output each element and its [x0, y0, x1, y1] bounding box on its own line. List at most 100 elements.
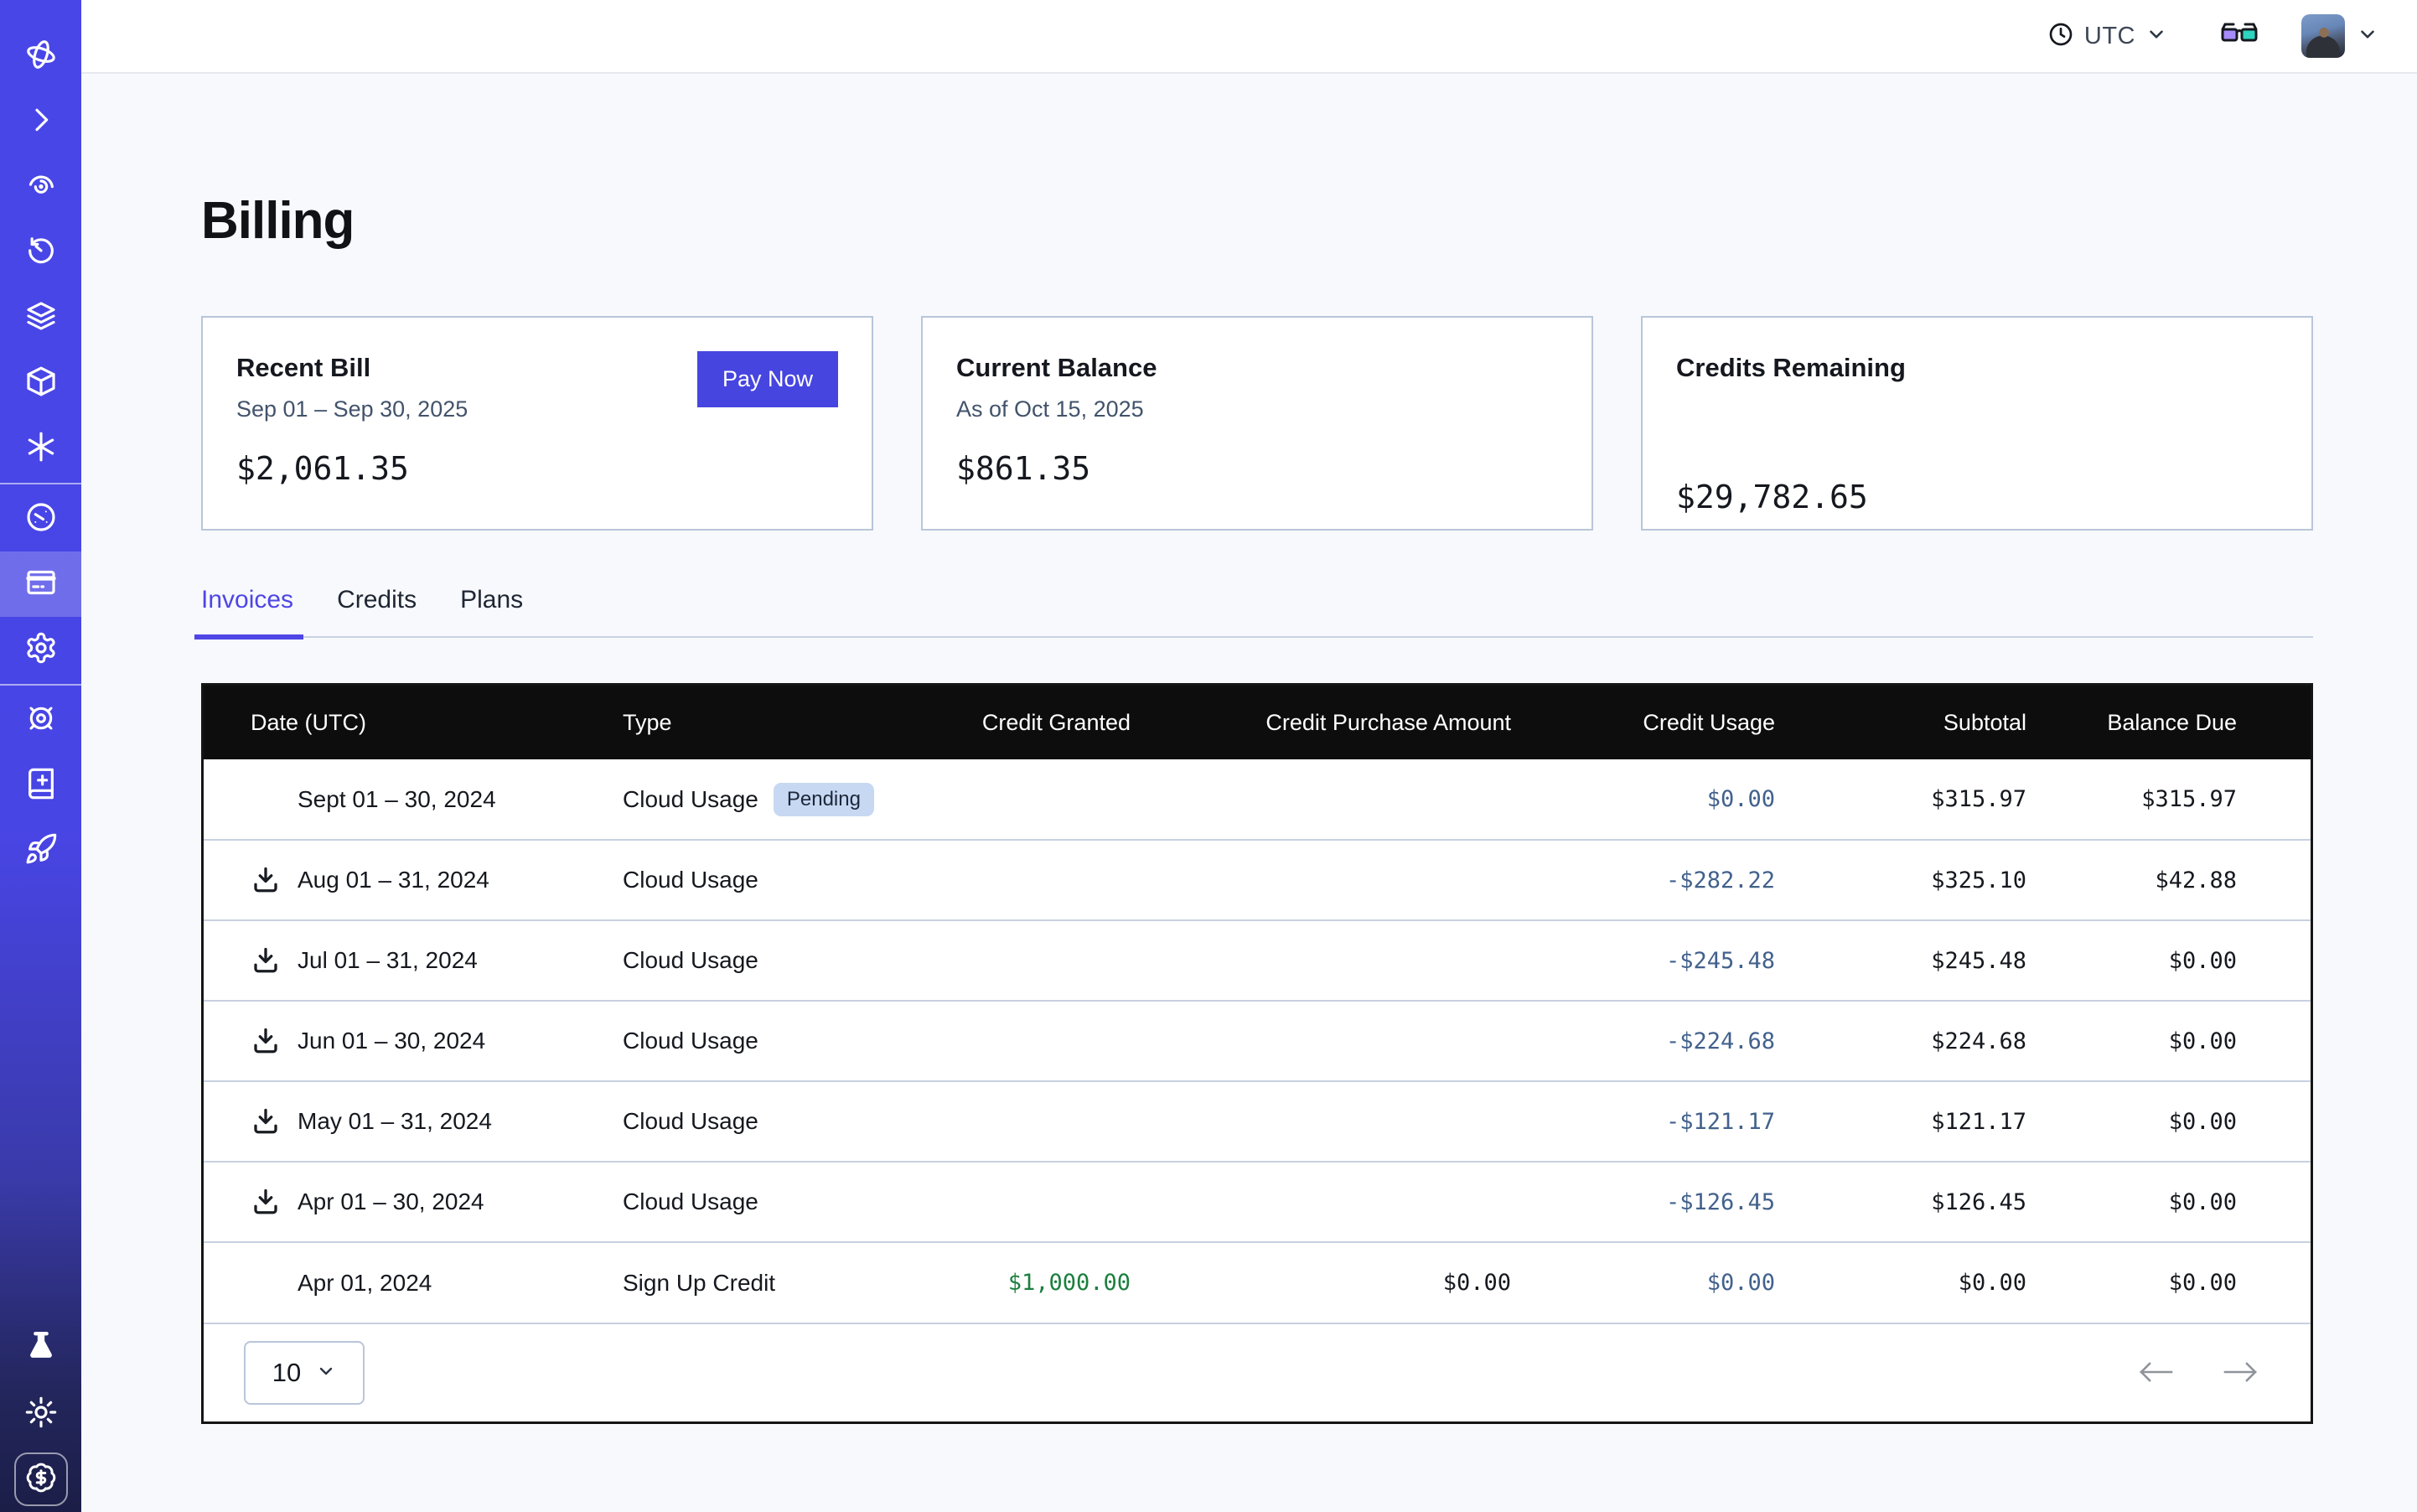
sidebar-item-usage[interactable] — [0, 486, 81, 551]
sidebar-item-cube[interactable] — [0, 350, 81, 416]
col-subtotal: Subtotal — [1775, 686, 2026, 759]
billing-card-icon — [24, 566, 58, 603]
credit-purchase-value — [1131, 1162, 1511, 1242]
tab-invoices[interactable]: Invoices — [201, 586, 293, 636]
sidebar-item-settings[interactable] — [0, 617, 81, 682]
sun-icon — [24, 1395, 58, 1433]
sidebar-item-layers[interactable] — [0, 285, 81, 350]
arrow-right-icon — [2222, 1358, 2260, 1389]
avatar[interactable] — [2301, 14, 2345, 58]
download-invoice-button[interactable] — [251, 865, 281, 895]
sidebar-item-credits-promo[interactable] — [0, 1447, 81, 1512]
chevron-down-icon — [316, 1358, 336, 1388]
balance-due-value: $0.00 — [2026, 1242, 2311, 1323]
table-footer: 10 — [204, 1323, 2311, 1421]
credit-granted-value — [924, 1001, 1131, 1081]
tab-plans[interactable]: Plans — [460, 586, 523, 636]
download-invoice-button[interactable] — [251, 1106, 281, 1137]
balance-due-value: $0.00 — [2026, 1081, 2311, 1162]
recent-bill-amount: $2,061.35 — [236, 450, 838, 487]
col-credit-purchase: Credit Purchase Amount — [1131, 686, 1511, 759]
pay-now-button[interactable]: Pay Now — [697, 351, 838, 407]
sidebar-divider — [0, 483, 81, 484]
clock-icon — [2047, 21, 2074, 52]
icon-spacer — [251, 1268, 281, 1298]
invoice-type: Cloud Usage — [623, 867, 758, 893]
card-subtitle: As of Oct 15, 2025 — [956, 396, 1558, 423]
chevron-down-icon[interactable] — [2357, 23, 2378, 49]
invoices-table: Date (UTC) Type Credit Granted Credit Pu… — [201, 683, 2313, 1424]
sidebar-item-billing[interactable] — [0, 551, 81, 617]
sidebar-item-launch[interactable] — [0, 818, 81, 883]
subtotal-value: $121.17 — [1775, 1081, 2026, 1162]
sidebar-item-helm[interactable] — [0, 687, 81, 753]
sidebar-item-services[interactable] — [0, 416, 81, 481]
table-row: Jul 01 – 31, 2024 Cloud Usage -$245.48 $… — [204, 920, 2311, 1001]
col-credit-granted: Credit Granted — [924, 686, 1131, 759]
credit-purchase-value — [1131, 1081, 1511, 1162]
credit-purchase-value — [1131, 840, 1511, 920]
dollar-badge-button[interactable] — [14, 1452, 68, 1506]
credit-usage-value: -$121.17 — [1511, 1081, 1775, 1162]
balance-due-value: $0.00 — [2026, 920, 2311, 1001]
subtotal-value: $315.97 — [1775, 759, 2026, 840]
billing-tabs: Invoices Credits Plans — [201, 586, 2313, 638]
col-balance-due: Balance Due — [2026, 686, 2311, 759]
credit-granted-value: $1,000.00 — [924, 1242, 1131, 1323]
col-date: Date (UTC) — [204, 686, 589, 759]
table-row: Apr 01 – 30, 2024 Cloud Usage -$126.45 $… — [204, 1162, 2311, 1242]
gear-icon — [24, 631, 58, 669]
summary-cards: Recent Bill Sep 01 – Sep 30, 2025 $2,061… — [201, 316, 2313, 531]
subtotal-value: $126.45 — [1775, 1162, 2026, 1242]
page-size-select[interactable]: 10 — [244, 1341, 365, 1405]
chevron-down-icon — [2145, 23, 2167, 49]
next-page-button[interactable] — [2222, 1358, 2260, 1389]
sidebar-item-expand[interactable] — [0, 89, 81, 154]
credit-granted-value — [924, 1162, 1131, 1242]
subtotal-value: $0.00 — [1775, 1242, 2026, 1323]
invoice-date: Sept 01 – 30, 2024 — [298, 786, 496, 813]
credit-purchase-value — [1131, 920, 1511, 1001]
credit-granted-value — [924, 1081, 1131, 1162]
page-size-value: 10 — [272, 1358, 301, 1388]
sidebar-item-history[interactable] — [0, 220, 81, 285]
download-invoice-button[interactable] — [251, 1026, 281, 1056]
sidebar — [0, 0, 81, 1512]
credit-granted-value — [924, 920, 1131, 1001]
sidebar-item-labs[interactable] — [0, 1316, 81, 1381]
credit-usage-value: -$126.45 — [1511, 1162, 1775, 1242]
download-invoice-button[interactable] — [251, 1187, 281, 1217]
credit-usage-value: -$245.48 — [1511, 920, 1775, 1001]
cube-icon — [24, 365, 58, 402]
sidebar-item-insights[interactable] — [0, 154, 81, 220]
sidebar-item-theme[interactable] — [0, 1381, 81, 1447]
credit-granted-value — [924, 840, 1131, 920]
timezone-selector[interactable]: UTC — [2047, 21, 2167, 52]
credits-remaining-amount: $29,782.65 — [1676, 479, 2278, 515]
tab-credits[interactable]: Credits — [337, 586, 417, 636]
previous-page-button[interactable] — [2136, 1358, 2175, 1389]
card-subtitle — [1676, 396, 2278, 423]
current-balance-amount: $861.35 — [956, 450, 1558, 487]
status-badge: Pending — [774, 783, 874, 816]
timezone-label: UTC — [2084, 23, 2135, 50]
asterisk-icon — [24, 430, 58, 468]
download-invoice-button[interactable] — [251, 945, 281, 976]
subtotal-value: $224.68 — [1775, 1001, 2026, 1081]
table-row: Apr 01, 2024 Sign Up Credit $1,000.00 $0… — [204, 1242, 2311, 1323]
invoice-date: Apr 01, 2024 — [298, 1270, 432, 1297]
balance-due-value: $0.00 — [2026, 1001, 2311, 1081]
billing-page: Billing Recent Bill Sep 01 – Sep 30, 202… — [81, 191, 2417, 1424]
invoice-type: Cloud Usage — [623, 1108, 758, 1135]
reader-mode-button[interactable] — [2219, 18, 2259, 55]
table-row: Aug 01 – 31, 2024 Cloud Usage -$282.22 $… — [204, 840, 2311, 920]
table-row: Sept 01 – 30, 2024 Cloud UsagePending $0… — [204, 759, 2311, 840]
dollar-badge-icon — [25, 1462, 57, 1498]
app-logo[interactable] — [0, 23, 81, 89]
pagination — [2136, 1358, 2260, 1389]
balance-due-value: $0.00 — [2026, 1162, 2311, 1242]
docs-book-icon — [24, 767, 58, 805]
glasses-icon — [2219, 18, 2259, 55]
invoice-date: Aug 01 – 31, 2024 — [298, 867, 489, 893]
sidebar-item-docs[interactable] — [0, 753, 81, 818]
